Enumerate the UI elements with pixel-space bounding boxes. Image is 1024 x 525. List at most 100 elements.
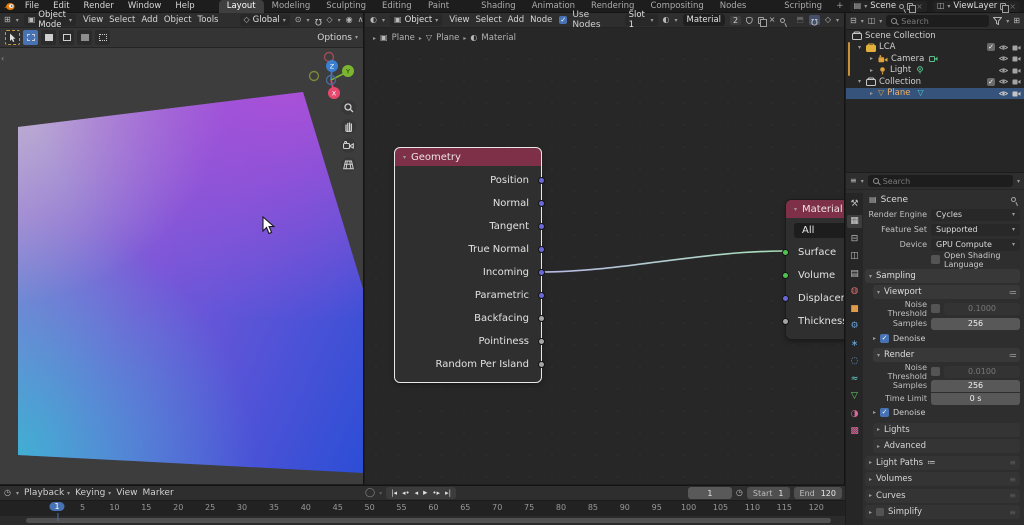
expand-caret-icon[interactable]: ▸	[868, 67, 875, 74]
property-tab[interactable]: ◍	[847, 285, 862, 298]
gradient-plane-object[interactable]	[18, 92, 363, 473]
add-workspace-button[interactable]: +	[830, 1, 850, 11]
collapse-caret-icon[interactable]: ▸	[873, 335, 876, 342]
timeline-tick[interactable]: 115	[777, 503, 792, 512]
pin-icon[interactable]	[898, 2, 905, 10]
unlink-icon[interactable]: ×	[769, 16, 776, 24]
material-node-header[interactable]: ▾ Material	[786, 200, 844, 218]
editor-type-clock-icon[interactable]: ◷	[4, 489, 11, 497]
property-tab[interactable]: ∗	[847, 337, 862, 350]
property-tab[interactable]: ◌	[847, 355, 862, 368]
jump-to-end-button[interactable]: ▸|	[443, 488, 453, 498]
shader-editor-menu[interactable]: View	[447, 15, 471, 25]
orientation-dropdown[interactable]: ◇ Global ▾	[239, 14, 290, 26]
noise-threshold-checkbox[interactable]	[931, 367, 940, 376]
scene-selector[interactable]: ▤ ▾ Scene ×	[849, 0, 927, 13]
viewlayer-selector[interactable]: ◫ ▾ ViewLayer ×	[932, 0, 1020, 13]
material-slot-dropdown[interactable]: Slot 1 ▾	[624, 10, 658, 30]
viewport-noise-threshold-field[interactable]: 0.1000	[944, 302, 1020, 315]
timeline-tick[interactable]: 70	[492, 503, 502, 512]
property-tab[interactable]: ◑	[847, 407, 862, 420]
render-camera-icon[interactable]	[1012, 67, 1021, 74]
eye-icon[interactable]	[999, 67, 1008, 74]
fake-user-shield-icon[interactable]	[746, 16, 753, 25]
display-mode-icon[interactable]: ⊟	[850, 17, 857, 25]
output-socket-icon[interactable]	[538, 176, 545, 184]
breadcrumb-scene[interactable]: Scene	[881, 195, 908, 205]
filter-mode-icon[interactable]: ◫	[868, 17, 876, 25]
render-camera-icon[interactable]	[1012, 55, 1021, 62]
new-scene-icon[interactable]	[907, 2, 917, 13]
pin-icon[interactable]	[1010, 196, 1017, 203]
output-socket-icon[interactable]	[538, 291, 545, 299]
material-output-node[interactable]: ▾ Material All Surface Volume Displace T…	[782, 199, 844, 340]
denoise-checkbox[interactable]: ✓	[880, 408, 890, 417]
expand-caret-icon[interactable]: ▸	[868, 55, 875, 62]
node-input-row[interactable]: Thickness	[782, 310, 844, 333]
viewport-menu[interactable]: Object	[162, 15, 194, 25]
timeline-ruler[interactable]: 1 5 10 15 20 25 30 35 40 45 50 55 60 65 …	[0, 500, 845, 521]
geometry-node-header[interactable]: ▾ Geometry	[395, 148, 541, 166]
viewport-menu[interactable]: Select	[107, 15, 137, 25]
select-subtract-button[interactable]	[59, 30, 74, 45]
timeline-tick[interactable]: 15	[141, 503, 151, 512]
property-tab[interactable]: ▤	[847, 267, 862, 280]
auto-keying-clock-icon[interactable]: ◷	[736, 489, 743, 497]
close-icon[interactable]: ×	[916, 2, 923, 11]
timeline-tick[interactable]: 110	[745, 503, 760, 512]
node-output-row[interactable]: Tangent	[395, 215, 545, 238]
properties-search-input[interactable]	[882, 176, 1008, 186]
workspace-tab[interactable]: Layout	[218, 0, 264, 13]
editor-type-icon[interactable]: ◐	[370, 16, 377, 24]
frame-start-field[interactable]: Start 1	[746, 487, 790, 499]
pin-icon[interactable]	[779, 16, 787, 24]
denoise-checkbox[interactable]: ✓	[880, 334, 890, 343]
timeline-tick[interactable]: 5	[80, 503, 85, 512]
view-menu[interactable]: View	[116, 488, 137, 498]
property-tab[interactable]: ▩	[847, 425, 862, 438]
eye-icon[interactable]	[999, 90, 1008, 97]
drag-grip-icon[interactable]: ≡	[1009, 458, 1016, 467]
editor-type-icon[interactable]: ≡	[850, 177, 857, 185]
new-material-icon[interactable]	[757, 16, 767, 27]
node-output-row[interactable]: Incoming	[395, 261, 545, 284]
time-limit-field[interactable]: 0 s	[931, 392, 1020, 405]
select-extend-button[interactable]	[41, 30, 56, 45]
workspace-tab[interactable]: Modeling	[264, 0, 319, 13]
output-socket-icon[interactable]	[538, 337, 545, 345]
input-socket-icon[interactable]	[782, 248, 789, 256]
preset-menu-icon[interactable]: ≔	[1009, 288, 1017, 297]
outliner-row-camera[interactable]: ▸ Camera	[846, 53, 1024, 65]
snap-with-icon[interactable]: ◇	[326, 16, 332, 24]
play-button[interactable]: ▸	[421, 488, 429, 498]
tweak-tool-button[interactable]	[5, 30, 20, 45]
new-viewlayer-icon[interactable]	[1000, 2, 1010, 13]
scrollbar-handle[interactable]	[26, 518, 831, 523]
node-output-row[interactable]: Backfacing	[395, 307, 545, 330]
current-frame-field[interactable]: 1	[687, 487, 732, 499]
timeline-tick[interactable]: 105	[713, 503, 728, 512]
orthographic-toggle-button[interactable]	[341, 157, 356, 172]
toolbar-collapse-arrow[interactable]: ‹	[1, 54, 4, 63]
geometry-node[interactable]: ▾ Geometry Position Normal Tangent True …	[394, 147, 545, 383]
timeline-tick[interactable]: 50	[365, 503, 375, 512]
use-nodes-checkbox[interactable]: ✓	[559, 16, 568, 24]
marker-menu[interactable]: Marker	[143, 488, 174, 498]
navigation-gizmo[interactable]: Z Y X	[306, 51, 356, 101]
play-reverse-button[interactable]: ◂	[413, 488, 421, 498]
property-tab[interactable]: ◫	[847, 250, 862, 263]
zoom-button[interactable]	[341, 100, 356, 115]
node-input-row[interactable]: Displacement	[782, 287, 844, 310]
editor-type-icon[interactable]: ⊞	[4, 16, 11, 24]
property-tab[interactable]: ▽	[847, 390, 862, 403]
workspace-tab[interactable]: UV Editing	[374, 0, 420, 13]
timeline-tick[interactable]: 45	[333, 503, 343, 512]
outliner-row-scene-collection[interactable]: Scene Collection	[846, 30, 1024, 42]
device-dropdown[interactable]: GPU Compute ▾	[931, 238, 1020, 251]
select-invert-button[interactable]	[77, 30, 92, 45]
mode-dropdown[interactable]: ▣ Object Mode ▾	[23, 10, 76, 30]
breadcrumb-object[interactable]: Plane	[392, 33, 415, 43]
expand-caret-icon[interactable]: ▾	[856, 78, 863, 85]
node-output-row[interactable]: Random Per Island	[395, 353, 545, 376]
breadcrumb-mesh[interactable]: Plane	[436, 33, 459, 43]
